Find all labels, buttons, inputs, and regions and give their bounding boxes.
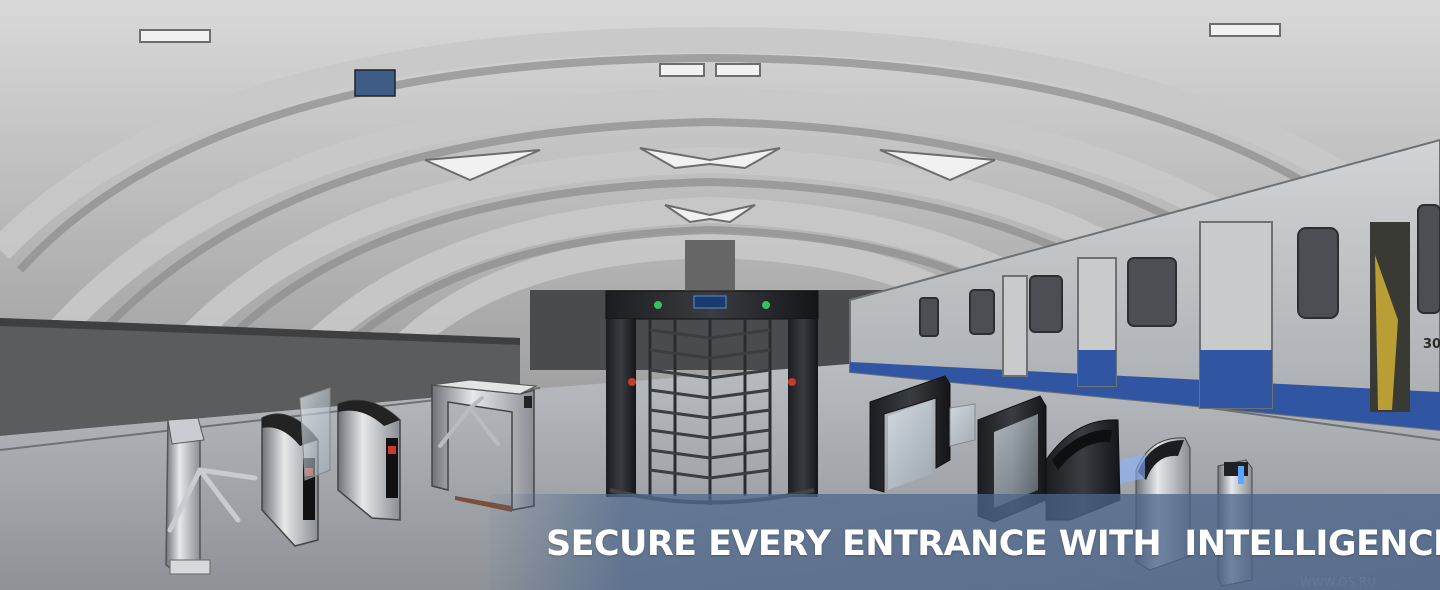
station-sign	[354, 69, 396, 97]
banner-headline: SECURE EVERY ENTRANCE WITH INTELLIGENCE	[546, 524, 1440, 564]
hero-banner: 30 WWW.OS.RU SECURE EVERY ENTRANCE WITH …	[0, 0, 1440, 590]
train-number: 30	[1423, 337, 1440, 352]
